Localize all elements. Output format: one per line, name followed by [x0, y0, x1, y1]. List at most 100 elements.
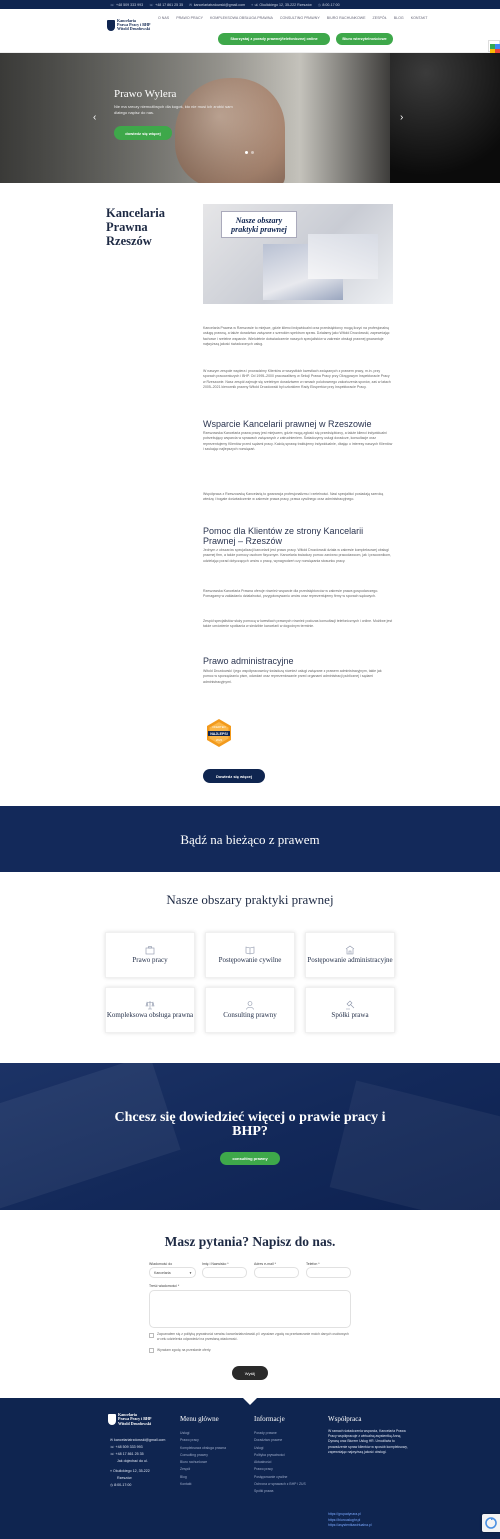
- footer-menu-link[interactable]: Blog: [180, 1474, 226, 1481]
- area-card-administrative[interactable]: Postępowanie administracyjne: [305, 932, 395, 978]
- slider-dot[interactable]: [251, 151, 254, 154]
- footer-coop-links: https://grupadynara.pl https://biurouslu…: [328, 1512, 408, 1529]
- footer-address-line: Jak dojechać do ul.: [117, 1459, 148, 1463]
- hero-title: Prawo Wylera: [114, 88, 177, 100]
- area-card-complex[interactable]: Kompleksowa obsługa prawna: [105, 987, 195, 1033]
- footer-menu-link[interactable]: Zespół: [180, 1466, 226, 1473]
- footer-menu-title: Menu główne: [180, 1415, 219, 1423]
- footer-menu-list: Usługi Prawo pracy Kompleksowa obsługa p…: [180, 1430, 226, 1488]
- footer-menu-link[interactable]: Biuro rachunkowe: [180, 1459, 226, 1466]
- footer-info-link[interactable]: Porady prawne: [254, 1430, 306, 1437]
- footer-coop-title: Współpraca: [328, 1415, 362, 1423]
- topbar-phone2[interactable]: ☏ +48 17 861 25 35: [149, 3, 183, 7]
- phone-icon: ☏: [149, 2, 154, 7]
- nav-item[interactable]: KOMPLEKSOWA OBSŁUGA PRAWNA: [210, 16, 273, 20]
- building-icon: [345, 945, 355, 955]
- nav-item[interactable]: ZESPÓŁ: [373, 16, 387, 20]
- footer-phone-text: +48 509 333 993: [115, 1445, 143, 1449]
- footer-coop-text: W ramach świadczenia wsparcia, Kancelari…: [328, 1429, 408, 1454]
- footer-info-link[interactable]: Usługi: [254, 1445, 306, 1452]
- about-more-button[interactable]: Dowiedz się więcej: [203, 769, 265, 783]
- cta-title: Chcesz się dowiedzieć więcej o prawie pr…: [114, 1110, 386, 1139]
- area-card-label: Spółki prawa: [331, 1011, 369, 1020]
- footer-address-text: Okulickiego 12, 35-222: [113, 1469, 150, 1473]
- footer-hours: ◷ 8:00-17:00: [110, 1482, 131, 1489]
- main-nav: O NAS PRAWO PRACY KOMPLEKSOWA OBSŁUGA PR…: [158, 16, 427, 20]
- hero-slider: [0, 53, 500, 183]
- recaptcha-badge-icon[interactable]: [482, 1514, 500, 1532]
- slider-dot-active[interactable]: [245, 151, 248, 154]
- email-label: Adres e-mail *: [254, 1262, 276, 1266]
- about-paragraph: Rzeszowska Kancelaria Prawna oferuje rów…: [203, 589, 379, 599]
- cta-consulting-button[interactable]: consulting prawny: [220, 1152, 280, 1165]
- about-paragraph: Rzeszowska Kancelaria prawa pracy jest m…: [203, 431, 393, 452]
- consult-online-button[interactable]: Skorzystaj z porady prawnej/telefoniczne…: [218, 33, 330, 45]
- footer-menu-link[interactable]: Kontakt: [180, 1481, 226, 1488]
- footer-info-link[interactable]: Postępowanie cywilne: [254, 1474, 306, 1481]
- person-icon: [246, 1001, 254, 1010]
- footer-email[interactable]: ✉ kancelariatrzdowski@gmail.com: [110, 1437, 165, 1444]
- footer-phone2[interactable]: ☏ +48 17 861 25 35: [110, 1451, 144, 1458]
- about-paragraph: Współpraca z Rzeszowską Kancelarią to gw…: [203, 492, 384, 502]
- name-input[interactable]: [202, 1267, 247, 1278]
- google-maps-icon[interactable]: [488, 40, 500, 54]
- slider-prev-arrow-icon[interactable]: ‹: [93, 112, 96, 123]
- area-card-consulting[interactable]: Consulting prawny: [205, 987, 295, 1033]
- footer-menu-link[interactable]: Usługi: [180, 1430, 226, 1437]
- scale-icon: [145, 1001, 155, 1010]
- email-input[interactable]: [254, 1267, 299, 1278]
- footer-menu-link[interactable]: Prawo pracy: [180, 1437, 226, 1444]
- footer-notch: [243, 1398, 257, 1405]
- nav-item[interactable]: KONTAKT: [411, 16, 428, 20]
- nav-item[interactable]: O NAS: [158, 16, 169, 20]
- phone-icon: ☏: [110, 2, 115, 7]
- recipient-select[interactable]: Kancelaria ▼: [149, 1267, 196, 1278]
- privacy-consent-checkbox[interactable]: [149, 1333, 154, 1338]
- badge-year: 2023: [215, 737, 223, 742]
- area-card-labor-law[interactable]: Prawo pracy: [105, 932, 195, 978]
- footer-info-link[interactable]: Ochrona w sprawach z BHP i ZUS: [254, 1481, 306, 1488]
- slider-next-arrow-icon[interactable]: ›: [400, 112, 403, 123]
- about-paragraph: Kancelaria Prawna w Rzeszowie to miejsce…: [203, 326, 390, 347]
- footer-info-link[interactable]: Prawo pracy: [254, 1466, 306, 1473]
- areas-title: Nasze obszary praktyki prawnej: [166, 892, 334, 907]
- area-card-civil[interactable]: Postępowanie cywilne: [205, 932, 295, 978]
- site-logo[interactable]: Kancelaria Prawa Pracy i BHP Witold Droz…: [107, 14, 151, 36]
- footer-info-link[interactable]: Spółki prawa: [254, 1488, 306, 1495]
- privacy-consent-text: Zapoznałem się z polityką prywatności se…: [157, 1332, 349, 1341]
- footer-info-link[interactable]: Polityka prywatności: [254, 1452, 306, 1459]
- nav-item[interactable]: BLOG: [394, 16, 404, 20]
- hero-more-button[interactable]: dowiedz się więcej: [114, 126, 172, 140]
- about-paragraph: Jednym z obszarów specjalizacji kancelar…: [203, 548, 392, 563]
- area-card-label: Kompleksowa obsługa prawna: [106, 1011, 194, 1020]
- topbar-email[interactable]: ✉ kancelariatrzdowski@gmail.com: [189, 3, 245, 7]
- gavel-icon: [346, 1000, 355, 1010]
- footer-info-link[interactable]: Aktualności: [254, 1459, 306, 1466]
- chevron-down-icon: ▼: [189, 1270, 192, 1275]
- nav-item[interactable]: CONSULTING PRAWNY: [280, 16, 320, 20]
- area-card-label: Prawo pracy: [132, 956, 168, 965]
- pin-icon: ⌖: [251, 2, 254, 7]
- nav-item[interactable]: PRAWO PRACY: [176, 16, 203, 20]
- phone-input[interactable]: [306, 1267, 351, 1278]
- area-card-companies[interactable]: Spółki prawa: [305, 987, 395, 1033]
- footer-menu-link[interactable]: Kompleksowa obsługa prawna: [180, 1445, 226, 1452]
- coop-link[interactable]: https://asystentkawirtualna.pl: [328, 1523, 408, 1529]
- footer-email-text: kancelariatrzdowski@gmail.com: [114, 1438, 166, 1442]
- nav-item[interactable]: BIURO RACHUNKOWE: [327, 16, 366, 20]
- offer-consent-checkbox[interactable]: [149, 1348, 154, 1353]
- topbar-phone1[interactable]: ☏ +48 509 333 993: [110, 3, 143, 7]
- section-heading: Wsparcie Kancelarii prawnej w Rzeszowie: [203, 419, 372, 429]
- footer-info-link[interactable]: Doradztwo prawne: [254, 1437, 306, 1444]
- area-card-label: Postępowanie administracyjne: [307, 956, 393, 965]
- message-textarea[interactable]: [149, 1290, 351, 1328]
- footer-phone1[interactable]: ☏ +48 509 333 993: [110, 1444, 143, 1451]
- message-label: Treść wiadomości *: [149, 1284, 180, 1288]
- footer-menu-link[interactable]: Consulting prawny: [180, 1452, 226, 1459]
- send-button[interactable]: Wyślij: [232, 1366, 268, 1380]
- footer-hours-text: 8:00-17:00: [114, 1483, 132, 1487]
- mail-icon: ✉: [189, 2, 193, 7]
- footer-logo[interactable]: Kancelaria Prawa Pracy i BHP Witold Droz…: [108, 1412, 151, 1426]
- debt-office-button[interactable]: Biuro wierzytelnościowe: [336, 33, 393, 45]
- area-card-label: Consulting prawny: [223, 1011, 277, 1020]
